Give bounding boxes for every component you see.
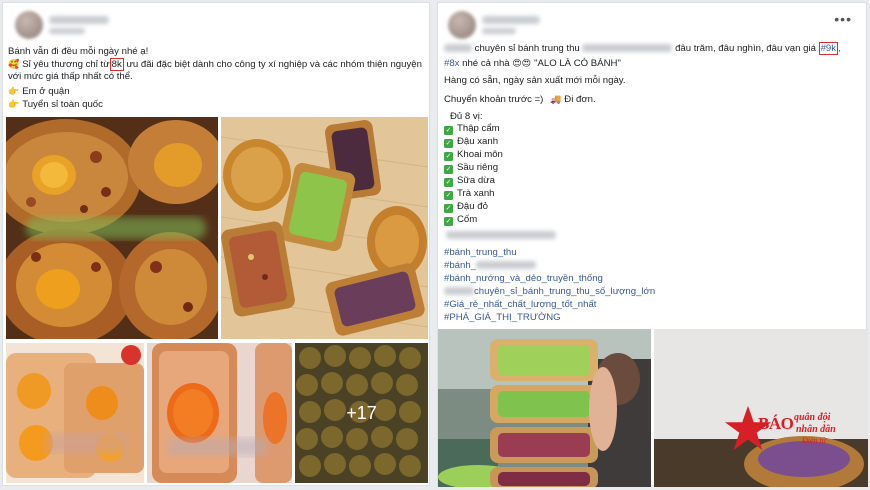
left-post-line2-post: ưu đãi đặc biệt dành cho công ty xí nghi…: [126, 59, 422, 70]
photo-egg-mooncake-2[interactable]: [147, 343, 292, 483]
flavor-item: ✓ Sầu riêng: [444, 162, 498, 175]
left-post-text-line3: với mức giá thấp nhất có thể.: [8, 71, 133, 82]
pointing-hand-icon: 👉: [8, 99, 20, 109]
hashtag-blurred: [476, 261, 537, 270]
right-post-author-blurred[interactable]: [482, 16, 540, 24]
hashtag-link[interactable]: #bánh_nướng_và_dẻo_truyền_thống: [444, 273, 603, 286]
flavors-title: Đủ 8 vị:: [450, 111, 483, 122]
logo-text-nhan-dan: nhân dân: [796, 424, 836, 435]
hashtag-link[interactable]: chuyên_sỉ_bánh_trung_thu_số_lượng_lớn: [444, 286, 655, 299]
flavor-item: ✓ Trà xanh: [444, 188, 495, 201]
logo-text-bao: BÁO: [758, 414, 794, 433]
post-options-icon[interactable]: •••: [834, 11, 852, 27]
left-post-location: Em ở quận: [22, 86, 70, 97]
photo-cut-mooncakes-image: [6, 117, 218, 339]
right-post-blurred-name: [444, 44, 472, 53]
left-post-text-line4: 👉 Em ở quận: [8, 85, 70, 99]
right-post-line4-post: Đi đơn.: [564, 94, 596, 105]
flavor-label: Khoai môn: [457, 149, 503, 160]
right-post-line2-quote: "ALO LÀ CÓ BÁNH": [534, 58, 621, 69]
flavor-item: ✓ Cốm: [444, 214, 477, 227]
left-post-recruit: Tuyển sỉ toàn quốc: [22, 99, 103, 110]
right-post-line4-pre: Chuyển khoản trước =): [444, 94, 544, 105]
hashtag-link-text[interactable]: #bánh_: [444, 260, 476, 271]
flavor-label: Đậu đỏ: [457, 201, 488, 212]
photo-mooncakes-tray[interactable]: [221, 117, 428, 339]
flavor-label: Đậu xanh: [457, 136, 499, 147]
photo-egg-mooncake-1-image: [6, 343, 144, 483]
flavor-item: ✓ Đậu xanh: [444, 136, 498, 149]
left-post-meta-blurred: [49, 28, 85, 34]
check-icon: ✓: [444, 204, 453, 213]
logo-text-dien-tu: Điện tử: [802, 436, 827, 445]
left-post-author-blurred[interactable]: [49, 16, 109, 24]
flavor-label: Sữa dừa: [457, 175, 495, 186]
left-post-text-line5: 👉 Tuyển sỉ toàn quốc: [8, 98, 103, 112]
right-post-text-line1: chuyên sỉ bánh trung thu đâu trăm, đâu n…: [444, 42, 841, 56]
left-post-avatar[interactable]: [15, 11, 43, 39]
heart-face-emoji-icon: 🥰: [8, 59, 20, 69]
photo-egg-mooncake-2-image: [147, 343, 292, 483]
right-post-avatar[interactable]: [448, 11, 476, 39]
heart-eyes-emoji-icon: 😍😍: [512, 58, 532, 68]
more-photos-overlay[interactable]: +17: [295, 343, 428, 483]
flavor-label: Cốm: [457, 214, 478, 225]
hashtag-link[interactable]: #bánh_: [444, 260, 537, 273]
flavor-item: ✓ Sữa dừa: [444, 175, 495, 188]
flavor-item: ✓ Đậu đỏ: [444, 201, 488, 214]
right-post-blurred-contact: [446, 231, 556, 239]
check-icon: ✓: [444, 191, 453, 200]
check-icon: ✓: [444, 126, 453, 135]
flavor-label: Sầu riêng: [457, 162, 499, 173]
right-post-text-line2: #8x nhé cả nhà 😍😍 "ALO LÀ CÓ BÁNH": [444, 57, 621, 71]
right-post-line1-post: đâu trăm, đâu nghìn, đâu vạn giá: [675, 43, 816, 54]
check-icon: ✓: [444, 152, 453, 161]
flavor-item: ✓ Khoai môn: [444, 149, 503, 162]
right-post-line1-mid: chuyên sỉ bánh trung thu: [474, 43, 580, 54]
photo-stacked-mooncakes[interactable]: [438, 329, 651, 487]
hashtag-link-text[interactable]: chuyên_sỉ_bánh_trung_thu_số_lượng_lớn: [474, 286, 655, 297]
right-post-price-highlight[interactable]: #9k: [818, 42, 839, 55]
check-icon: ✓: [444, 165, 453, 174]
photo-egg-mooncake-1[interactable]: [6, 343, 144, 483]
newspaper-logo: BÁO quân đội nhân dân Điện tử: [724, 400, 844, 460]
check-icon: ✓: [444, 139, 453, 148]
check-icon: ✓: [444, 178, 453, 187]
right-post-blurred-text: [582, 44, 673, 53]
truck-emoji-icon: 🚚: [550, 94, 562, 104]
check-icon: ✓: [444, 217, 453, 226]
logo-text-quan-doi: quân đội: [794, 412, 831, 423]
hashtag-link[interactable]: #PHÁ_GIÁ_THỊ_TRƯỜNG: [444, 312, 561, 325]
hashtag-link[interactable]: #bánh_trung_thu: [444, 247, 517, 260]
hashtag-blurred: [444, 287, 474, 296]
pointing-hand-icon: 👉: [8, 86, 20, 96]
left-post: Bánh vẫn đi đều mỗi ngày nhé ạ! 🥰 Sỉ yêu …: [2, 2, 430, 486]
flavor-item: ✓ Thập cẩm: [444, 123, 500, 136]
flavor-label: Trà xanh: [457, 188, 495, 199]
right-post-line2-text: nhé cả nhà: [462, 58, 510, 69]
right-post-meta-blurred: [482, 28, 516, 34]
left-post-text-line1: Bánh vẫn đi đều mỗi ngày nhé ạ!: [8, 46, 149, 57]
photo-cut-mooncakes[interactable]: [6, 117, 218, 339]
flavor-label: Thập cẩm: [457, 123, 500, 134]
left-post-price-highlight: 8k: [109, 58, 124, 71]
hashtag-link[interactable]: #Giá_rẻ_nhất_chất_lượng_tốt_nhất: [444, 299, 596, 312]
photo-stacked-mooncakes-image: [438, 329, 651, 487]
photo-many-mooncakes[interactable]: +17: [295, 343, 428, 483]
left-post-line2-pre: Sỉ yêu thương chỉ từ: [22, 59, 110, 70]
right-post-text-line4: Chuyển khoản trước =) 🚚 Đi đơn.: [444, 93, 596, 107]
right-post-text-line3: Hàng có sẵn, ngày sản xuất mới mỗi ngày.: [444, 75, 626, 86]
left-post-text-line2: 🥰 Sỉ yêu thương chỉ từ 8k ưu đãi đặc biệt …: [8, 58, 422, 72]
hashtag-8x[interactable]: #8x: [444, 58, 459, 69]
photo-mooncakes-tray-image: [221, 117, 428, 339]
